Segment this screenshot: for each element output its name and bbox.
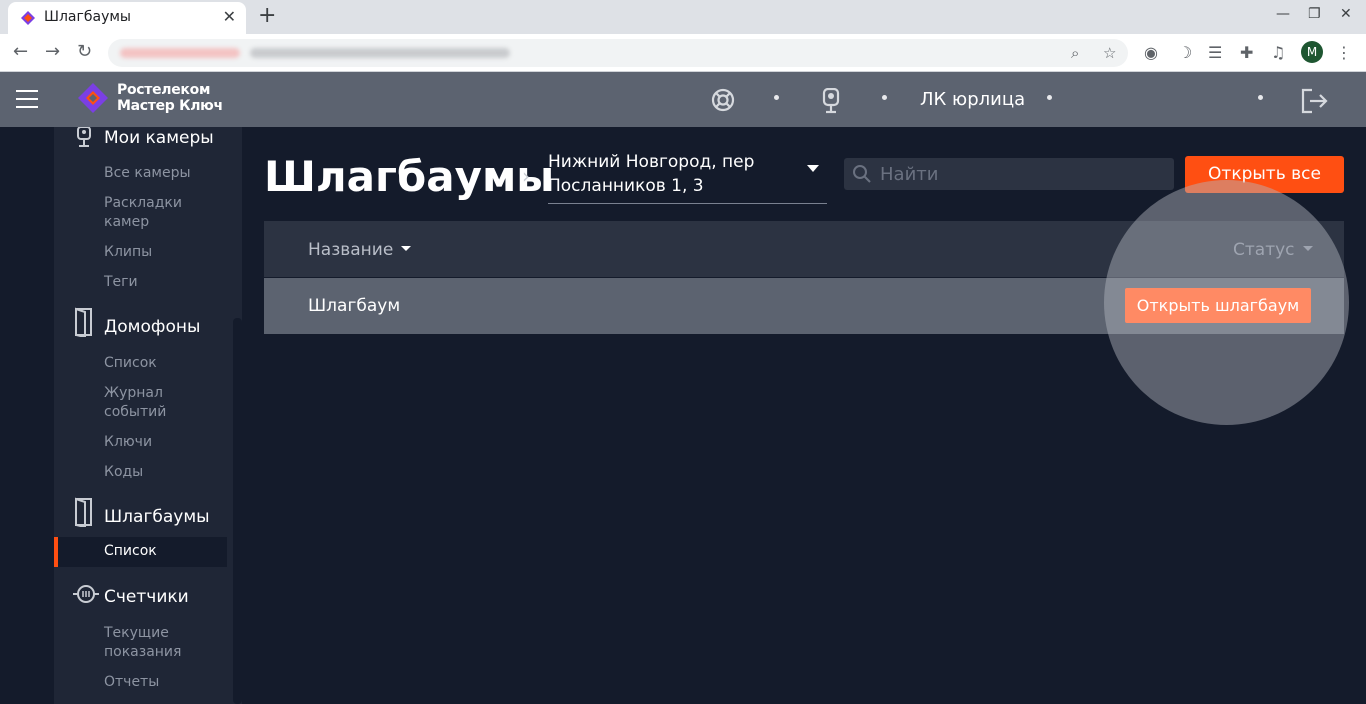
sidebar-item-clips[interactable]: Клипы [104,243,152,262]
new-tab-button[interactable]: + [258,3,276,29]
logo-text[interactable]: Ростелеком Мастер Ключ [117,82,223,114]
extension-moon-icon[interactable]: ☽ [1178,43,1192,62]
sidebar-item-intercom-list[interactable]: Список [104,354,157,373]
security-indicator [120,48,240,58]
sidebar-group-cameras[interactable]: Мои камеры [104,128,214,148]
camera-icon [77,127,91,147]
column-header-name[interactable]: Название [308,240,412,260]
zoom-icon[interactable]: ⌕ [1071,44,1079,62]
sidebar-item-codes[interactable]: Коды [104,463,143,482]
browser-toolbar: ← → ↻ ⌕ ☆ ◉ ☽ ☰ ✚ ♫ ⋮ [0,34,1366,72]
address-bar[interactable]: ⌕ ☆ [108,39,1128,67]
browser-tab[interactable]: Шлагбаумы ✕ [8,2,246,34]
extension-icon[interactable]: ◉ [1144,43,1158,62]
sidebar-item-layouts[interactable]: Раскладки камер [104,194,194,232]
tab-title: Шлагбаумы [44,9,131,25]
door-icon [75,307,92,337]
sidebar-item-event-log[interactable]: Журнал событий [104,384,184,422]
close-tab-icon[interactable]: ✕ [223,8,236,26]
address-select-value: Нижний Новгород, пер Посланников 1, 3 [548,152,755,196]
chevron-right-icon: › [522,164,530,188]
sidebar-item-keys[interactable]: Ключи [104,433,152,452]
column-header-label: Название [308,240,394,260]
hamburger-menu-icon[interactable] [16,90,38,108]
sidebar-group-meters[interactable]: Счетчики [104,587,189,607]
sidebar-item-reports[interactable]: Отчеты [104,673,159,692]
header-dot [774,95,779,100]
search-input[interactable] [880,158,1165,190]
forward-icon[interactable]: → [45,41,60,62]
sidebar-scrollbar[interactable] [233,318,242,704]
meter-icon [73,585,99,603]
door-icon [75,497,92,527]
sidebar-item-current-readings[interactable]: Текущие показания [104,624,194,662]
support-lifebuoy-icon[interactable] [711,88,735,112]
media-icon[interactable]: ♫ [1271,43,1285,62]
header-dot [882,95,887,100]
star-icon[interactable]: ☆ [1103,44,1116,62]
sidebar-item-label: Список [104,543,157,559]
address-select[interactable]: Нижний Новгород, пер Посланников 1, 3 [548,149,827,204]
logo-line-1: Ростелеком [117,82,211,98]
barrier-name: Шлагбаум [308,296,401,316]
url-text [250,48,510,58]
sidebar-item-barrier-list[interactable]: Список [54,537,227,567]
sidebar: Мои камеры Все камеры Раскладки камер Кл… [54,127,242,704]
sidebar-group-barriers[interactable]: Шлагбаумы [104,507,210,527]
profile-avatar[interactable]: M [1301,41,1323,63]
app-header: Ростелеком Мастер Ключ ЛК юрлица [0,72,1366,127]
logo-icon[interactable] [78,83,108,113]
logo-line-2: Мастер Ключ [117,98,223,114]
sidebar-item-tags[interactable]: Теги [104,273,138,292]
sort-caret-icon [401,246,412,251]
search-icon [853,165,871,183]
restore-icon[interactable]: ❐ [1308,6,1321,22]
extension-list-icon[interactable]: ☰ [1208,43,1222,62]
header-dot [1258,95,1263,100]
reload-icon[interactable]: ↻ [77,41,92,62]
minimize-icon[interactable]: — [1276,6,1290,22]
browser-tabbar: Шлагбаумы ✕ + — ❐ ✕ [0,0,1366,34]
organization-selector[interactable]: ЛК юрлица [920,89,1025,110]
site-favicon-icon [21,11,35,25]
close-window-icon[interactable]: ✕ [1340,6,1352,22]
logout-icon[interactable] [1301,88,1329,114]
open-barrier-button[interactable]: Открыть шлагбаум [1125,288,1311,323]
camera-icon[interactable] [822,88,840,114]
chevron-down-icon [807,165,819,172]
puzzle-icon[interactable]: ✚ [1240,43,1253,62]
sidebar-item-all-cameras[interactable]: Все камеры [104,164,191,183]
back-icon[interactable]: ← [13,41,28,62]
menu-icon[interactable]: ⋮ [1336,43,1352,62]
search-field[interactable] [844,158,1174,190]
header-dot [1047,95,1052,100]
page-title: Шлагбаумы [264,152,555,201]
sidebar-group-intercoms[interactable]: Домофоны [104,317,200,337]
